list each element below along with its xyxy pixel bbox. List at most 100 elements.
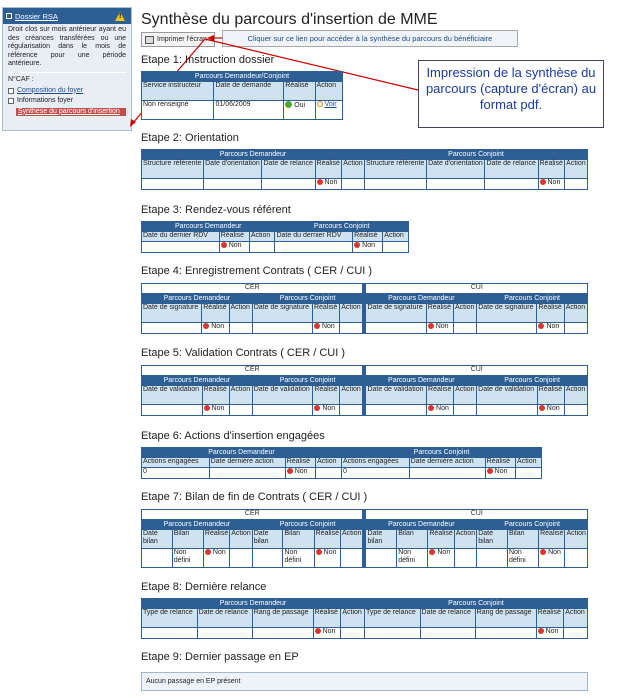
table-header-cell: Réalisé: [312, 385, 341, 405]
table-cell: Non: [202, 548, 231, 568]
table-header-cell: Action: [515, 457, 542, 468]
table-cell: [453, 404, 478, 416]
status-dot-icon: [314, 405, 321, 411]
table-cell: Non: [537, 178, 566, 190]
table-cell: [476, 404, 538, 416]
table-cell: Non: [311, 322, 341, 334]
table-header-cell: Date de relance: [261, 159, 316, 179]
table-header-cell: Action: [340, 608, 365, 628]
table-header-cell: Bilan: [506, 529, 540, 549]
ep-message: Aucun passage en EP présent: [141, 672, 588, 691]
table-header-cell: Action: [564, 159, 588, 179]
table-cell: [476, 548, 508, 568]
voir-link[interactable]: Voir: [325, 101, 337, 108]
table-cell: [339, 404, 364, 416]
table-header-cell: Action: [229, 529, 253, 549]
table-cell: [382, 241, 409, 253]
table-header-cell: Date d'orientation: [203, 159, 263, 179]
table-header-cell: Bilan: [396, 529, 429, 549]
table-cell: [476, 322, 538, 334]
table-cell: Non: [312, 627, 342, 639]
status-dot-icon: [429, 549, 436, 555]
table-cell: [141, 548, 173, 568]
table-cell: Non: [314, 178, 343, 190]
table-header-cell: Parcours Conjoint: [476, 519, 588, 530]
table-header-cell: Date de validation: [476, 385, 538, 405]
table-header-cell: Date du dernier RDV: [141, 231, 220, 242]
table-cell: Non: [427, 548, 455, 568]
status-dot-icon: [286, 468, 293, 474]
status-dot-icon: [313, 323, 320, 329]
table-cell: Non: [538, 548, 566, 568]
table-header-cell: Action: [453, 385, 478, 405]
table-cell: Non: [284, 467, 317, 479]
table-header-cell: Réalisé: [536, 385, 565, 405]
table-header-cell: CUI: [365, 365, 588, 376]
step9-title: Etape 9: Dernier passage en EP: [141, 651, 299, 663]
table-header-cell: Parcours Demandeur: [141, 293, 253, 304]
table-cell: [363, 178, 428, 190]
table-header-cell: Action: [563, 303, 589, 323]
table-cell: Non défini: [506, 548, 540, 568]
table-cell: [453, 548, 478, 568]
step8-table: Parcours Demandeur Parcours Conjoint Type…: [141, 598, 589, 639]
table-cell: Non renseigné: [140, 100, 215, 120]
table-cell: Non: [535, 627, 565, 639]
table-header-cell: Date de validation: [141, 385, 203, 405]
table-header-cell: CER: [140, 365, 364, 376]
table-cell: [339, 548, 364, 568]
table-header-cell: Date de demande: [213, 81, 285, 101]
status-dot-icon: [315, 549, 322, 555]
table-header-cell: Réalisé: [538, 529, 566, 549]
table-header-cell: Action: [382, 231, 409, 242]
table-header-cell: Parcours Demandeur: [141, 598, 365, 609]
table-cell: 0: [340, 467, 410, 479]
table-header-cell: Bilan: [282, 529, 315, 549]
table-header-cell: Réalisé: [283, 81, 316, 101]
table-header-cell: Date bilan: [476, 529, 508, 549]
table-header-cell: Réalisé: [314, 159, 343, 179]
status-dot-icon: [427, 323, 434, 329]
table-header-cell: Date dernière action: [408, 457, 486, 468]
table-cell: [251, 627, 314, 639]
table-header-cell: Date de signature: [365, 303, 427, 323]
table-header-cell: Parcours Demandeur/Conjoint: [141, 71, 343, 82]
table-header-cell: Réalisé: [218, 231, 250, 242]
table-header-cell: Date de signature: [251, 303, 313, 323]
table-cell: 01/06/2009: [213, 100, 285, 120]
table-header-cell: Rang de passage: [251, 608, 314, 628]
table-header-cell: CUI: [365, 283, 588, 294]
table-header-cell: Réalisé: [202, 529, 231, 549]
table-header-cell: Date d'orientation: [426, 159, 486, 179]
table-cell: Non: [425, 322, 454, 334]
table-cell: Non: [218, 241, 250, 253]
table-header-cell: Date du dernier RDV: [274, 231, 354, 242]
step7-title: Etape 7: Bilan de fin de Contrats ( CER …: [141, 491, 368, 503]
table-cell: Non: [313, 548, 342, 568]
table-header-cell: Réalisé: [312, 608, 342, 628]
table-header-cell: Action: [564, 529, 588, 549]
table-cell: [229, 548, 253, 568]
table-header-cell: Parcours Conjoint: [274, 221, 409, 232]
table-header-cell: Service instructeur: [140, 81, 215, 101]
table-header-cell: Structure référente: [363, 159, 428, 179]
table-header-cell: Réalisé: [535, 608, 565, 628]
table-header-cell: Parcours Conjoint: [476, 293, 588, 304]
table-cell: Non défini: [396, 548, 429, 568]
table-cell: [408, 467, 486, 479]
table-cell: [140, 322, 203, 334]
step1-table: Parcours Demandeur/Conjoint Service inst…: [140, 71, 344, 120]
table-header-cell: Date de signature: [140, 303, 203, 323]
step2-table: Parcours Demandeur Parcours Conjoint Stru…: [140, 149, 589, 190]
table-cell: [141, 404, 203, 416]
table-header-cell: Date de validation: [365, 385, 428, 405]
table-cell: [484, 178, 539, 190]
table-header-cell: Date dernière action: [208, 457, 286, 468]
table-header-cell: Parcours Conjoint: [251, 293, 364, 304]
table-cell: [208, 467, 286, 479]
table-header-cell: Action: [339, 303, 364, 323]
status-dot-icon: [538, 405, 545, 411]
table-header-cell: Parcours Conjoint: [476, 375, 588, 386]
table-cell: [228, 404, 253, 416]
table-cell: [340, 627, 365, 639]
